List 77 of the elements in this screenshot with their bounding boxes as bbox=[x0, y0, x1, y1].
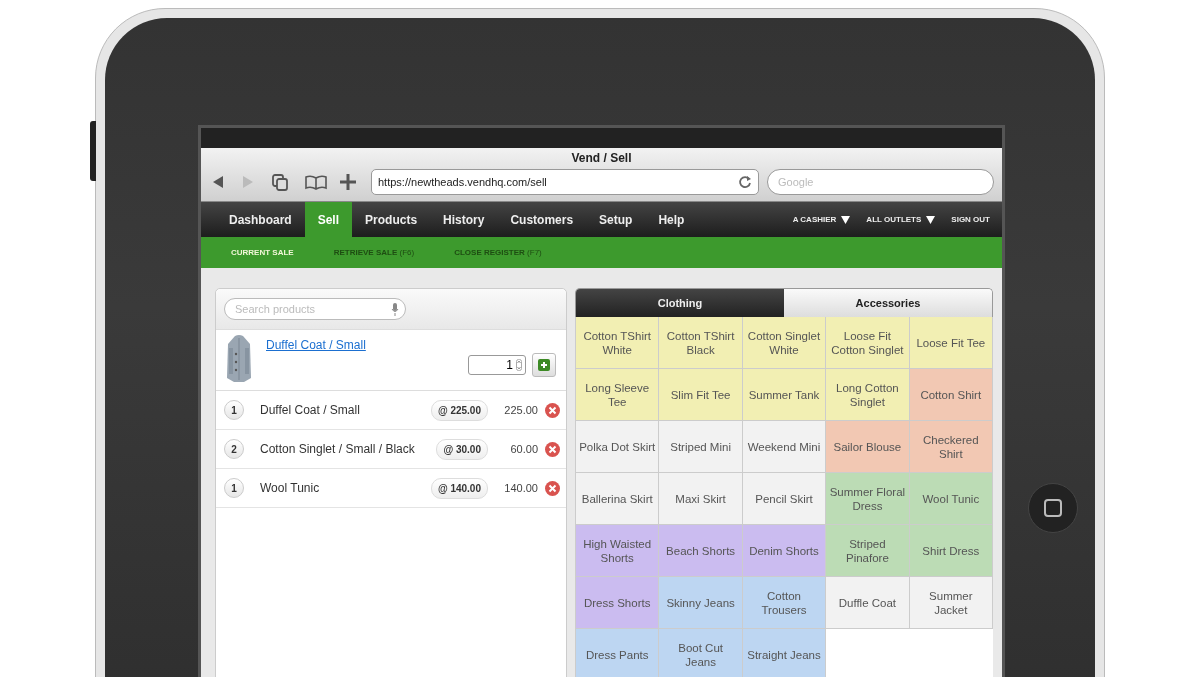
line-total: 225.00 bbox=[503, 404, 538, 416]
product-tile[interactable]: High Waisted Shorts bbox=[576, 525, 660, 577]
product-tile[interactable]: Cotton Shirt bbox=[909, 369, 993, 421]
unit-price[interactable]: @ 225.00 bbox=[430, 399, 488, 421]
stepper-icon[interactable] bbox=[516, 359, 522, 371]
product-tile[interactable]: Skinny Jeans bbox=[659, 577, 743, 629]
line-item-name: Wool Tunic bbox=[260, 481, 321, 495]
product-tile[interactable]: Cotton TShirt Black bbox=[659, 317, 743, 369]
dropdown-menu[interactable]: ALL OUTLETS bbox=[866, 215, 922, 224]
product-tile[interactable]: Denim Shorts bbox=[742, 525, 827, 577]
address-field[interactable]: https://newtheads.vendhq.com/sell bbox=[371, 169, 759, 195]
quantity-field[interactable]: 1 bbox=[468, 355, 526, 375]
microphone-icon[interactable] bbox=[391, 302, 399, 316]
nav-tab[interactable]: Customers bbox=[497, 202, 587, 237]
product-tile[interactable]: Straight Jeans bbox=[742, 629, 827, 677]
nav-link[interactable]: SIGN OUT bbox=[951, 215, 990, 224]
bookmarks-icon[interactable] bbox=[305, 174, 327, 190]
line-total: 60.00 bbox=[509, 443, 538, 455]
product-tile[interactable]: Cotton Trousers bbox=[742, 577, 827, 629]
product-tile[interactable]: Long Cotton Singlet bbox=[826, 369, 910, 421]
caret-icon bbox=[841, 215, 851, 224]
product-tile[interactable]: Loose Fit Tee bbox=[909, 317, 993, 369]
product-tile[interactable]: Pencil Skirt bbox=[742, 473, 827, 525]
product-tile[interactable]: Maxi Skirt bbox=[659, 473, 743, 525]
nav-tab[interactable]: Products bbox=[352, 202, 431, 237]
nav-tab[interactable]: Sell bbox=[304, 202, 353, 237]
product-tile[interactable]: Dress Pants bbox=[576, 629, 660, 677]
nav-tab[interactable]: History bbox=[430, 202, 498, 237]
product-tile[interactable]: Dress Shorts bbox=[576, 577, 660, 629]
product-tile[interactable]: Long Sleeve Tee bbox=[576, 369, 660, 421]
product-tile[interactable]: Summer Floral Dress bbox=[826, 473, 910, 525]
caret-icon bbox=[926, 215, 936, 224]
remove-icon[interactable] bbox=[545, 441, 560, 457]
product-tile[interactable]: Striped Mini bbox=[659, 421, 743, 473]
search-field[interactable]: Google bbox=[767, 169, 994, 195]
product-tile[interactable]: Sailor Blouse bbox=[826, 421, 910, 473]
product-tile[interactable]: Wool Tunic bbox=[909, 473, 993, 525]
dropdown-menu[interactable]: A CASHIER bbox=[792, 215, 837, 224]
product-tile[interactable]: Summer Tank bbox=[742, 369, 827, 421]
nav-tab[interactable]: Dashboard bbox=[216, 202, 305, 237]
page-title: Vend / Sell bbox=[571, 151, 632, 167]
plus-icon bbox=[538, 359, 550, 371]
category-tab[interactable]: Accessories bbox=[784, 289, 992, 317]
product-link[interactable]: Duffel Coat / Small bbox=[266, 338, 366, 352]
product-tile[interactable]: Cotton Singlet White bbox=[742, 317, 827, 369]
product-tile[interactable]: Shirt Dress bbox=[909, 525, 993, 577]
product-tile[interactable]: Cotton TShirt White bbox=[576, 317, 660, 369]
search-box[interactable]: Search products bbox=[224, 298, 406, 320]
remove-icon[interactable] bbox=[545, 480, 560, 496]
product-tile[interactable]: Ballerina Skirt bbox=[576, 473, 660, 525]
product-tile[interactable]: Striped Pinafore bbox=[826, 525, 910, 577]
product-tile[interactable]: Slim Fit Tee bbox=[659, 369, 743, 421]
product-tile[interactable]: Checkered Shirt bbox=[909, 421, 993, 473]
quantity-badge: 2 bbox=[224, 439, 244, 459]
product-tile[interactable]: Polka Dot Skirt bbox=[576, 421, 660, 473]
unit-price[interactable]: @ 140.00 bbox=[430, 477, 488, 499]
product-tile[interactable]: Duffle Coat bbox=[826, 577, 910, 629]
nav-tab[interactable]: Setup bbox=[586, 202, 646, 237]
product-tile[interactable]: Beach Shorts bbox=[659, 525, 743, 577]
line-total: 140.00 bbox=[503, 482, 538, 494]
product-tile[interactable]: Boot Cut Jeans bbox=[659, 629, 743, 677]
quantity-badge: 1 bbox=[224, 400, 244, 420]
product-tile[interactable]: Loose Fit Cotton Singlet bbox=[826, 317, 910, 369]
nav-tab[interactable]: Help bbox=[645, 202, 698, 237]
add-icon[interactable] bbox=[339, 173, 357, 191]
unit-price[interactable]: @ 30.00 bbox=[436, 438, 488, 460]
category-tab[interactable]: Clothing bbox=[576, 289, 784, 317]
product-tile[interactable]: Weekend Mini bbox=[742, 421, 827, 473]
product-tile[interactable]: Summer Jacket bbox=[909, 577, 993, 629]
remove-icon[interactable] bbox=[545, 402, 560, 418]
add-button[interactable] bbox=[532, 353, 556, 377]
line-item-name: Cotton Singlet / Small / Black bbox=[260, 442, 416, 456]
reload-icon[interactable] bbox=[738, 175, 752, 189]
pages-icon[interactable] bbox=[271, 173, 289, 191]
back-icon[interactable] bbox=[211, 174, 225, 190]
quantity-badge: 1 bbox=[224, 478, 244, 498]
line-item-name: Duffel Coat / Small bbox=[260, 403, 361, 417]
